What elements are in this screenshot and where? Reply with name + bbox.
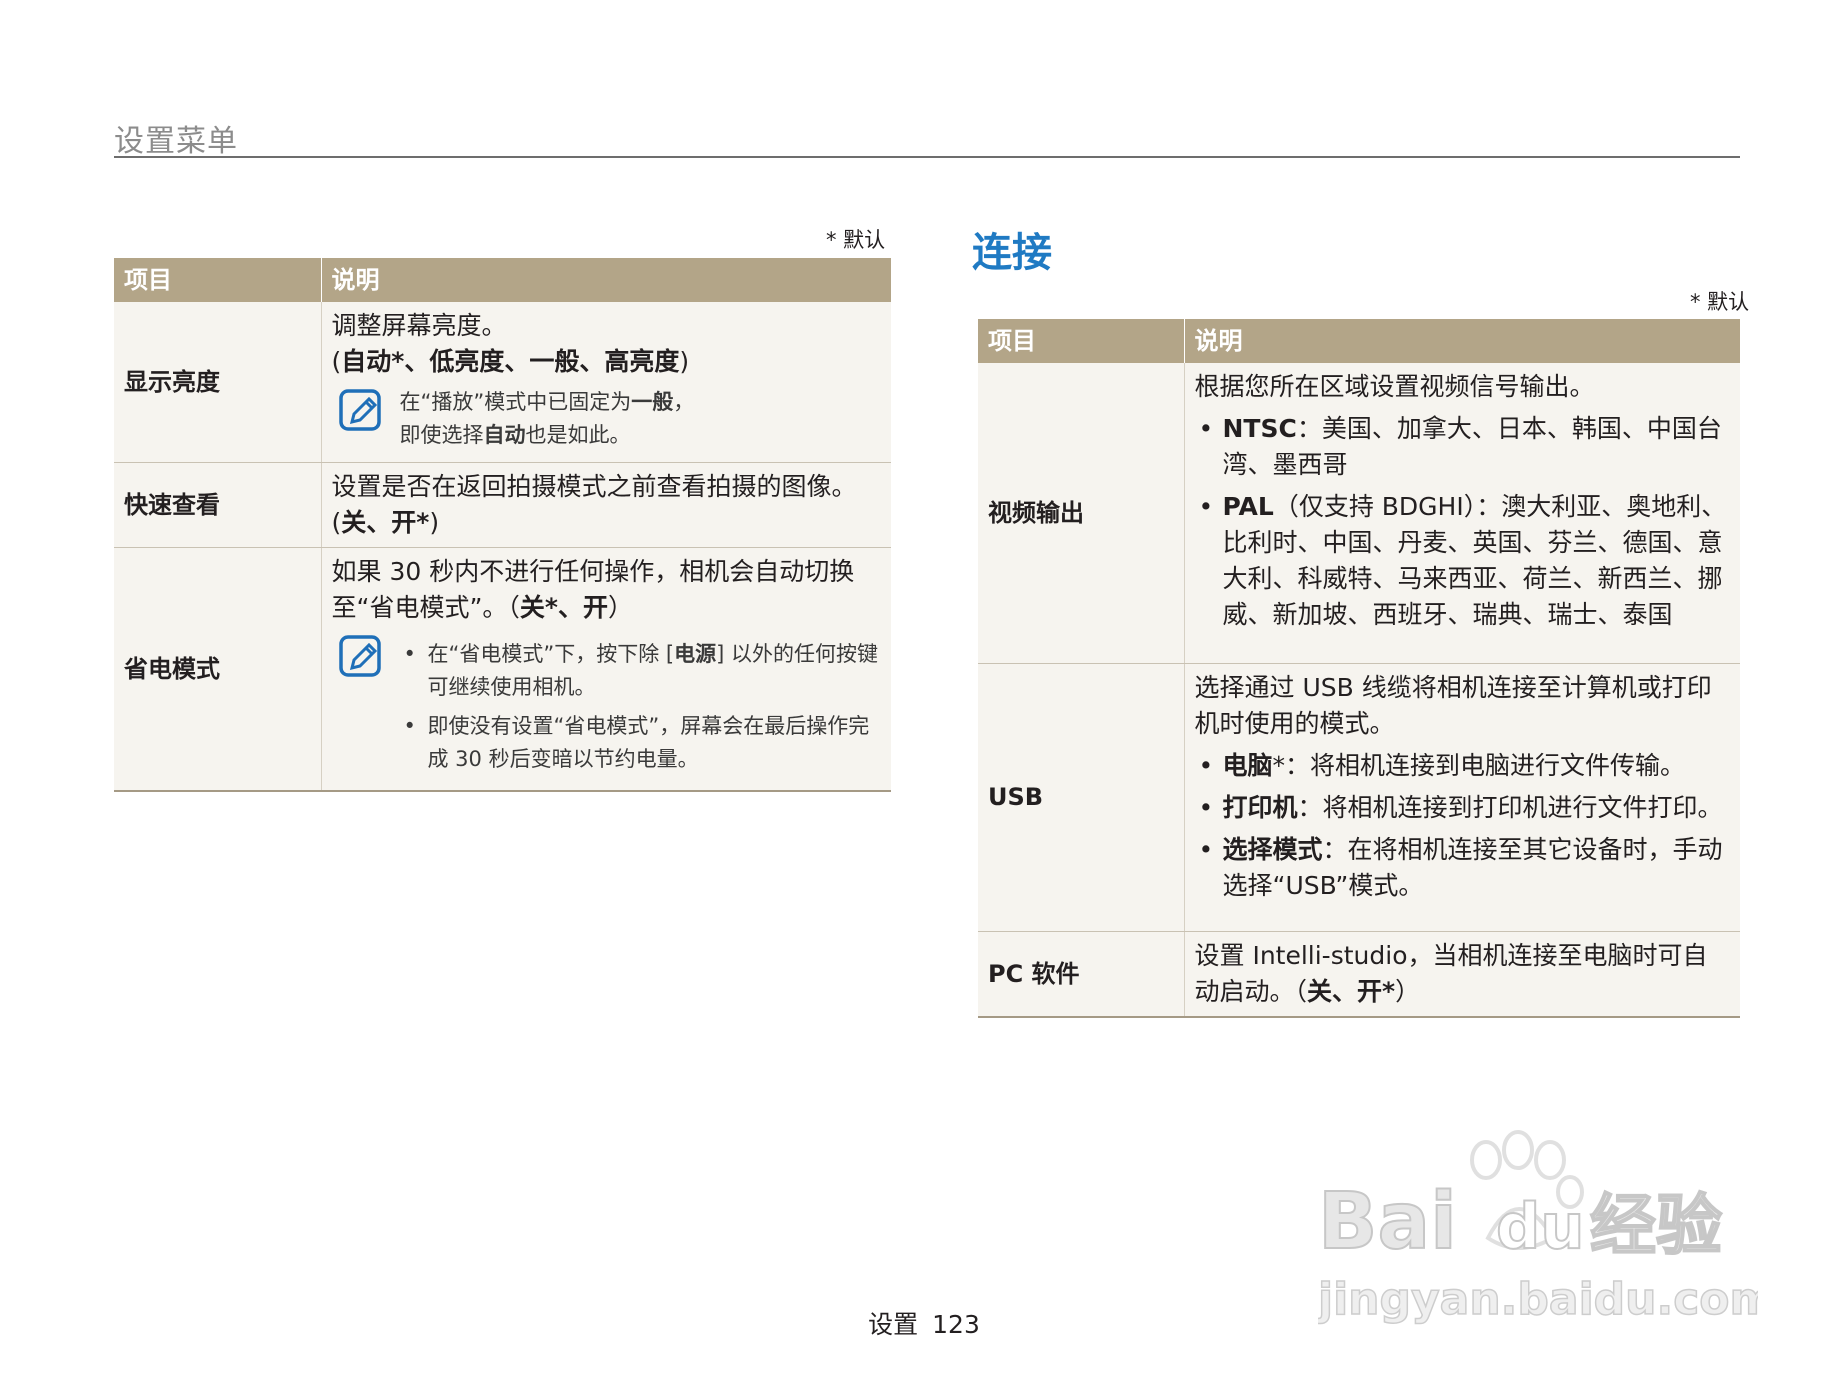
note-text: 在“省电模式”下，按下除 [电源] 以外的任何按键可继续使用相机。 即使没有设置…	[400, 632, 882, 780]
table-row: 显示亮度 调整屏幕亮度。 (自动*、低亮度、一般、高亮度) 在“播放”模式中已固…	[114, 302, 891, 463]
watermark-brand: Bai	[1318, 1177, 1457, 1267]
list-item: 选择模式：在将相机连接至其它设备时，手动选择“USB”模式。	[1195, 832, 1731, 904]
row-item-pc-software: PC 软件	[978, 931, 1185, 1018]
row-item-quick-view: 快速查看	[114, 462, 322, 548]
left-default-note: * 默认	[826, 228, 886, 252]
page-number: 123	[932, 1310, 980, 1339]
connection-section-title: 连接	[972, 230, 1052, 276]
note-box: 在“播放”模式中已固定为一般， 即使选择自动也是如此。	[332, 386, 882, 452]
desc-text: 选择通过 USB 线缆将相机连接至计算机或打印机时使用的模式。	[1194, 672, 1712, 738]
footer-label: 设置	[868, 1310, 919, 1339]
row-item-video-out: 视频输出	[978, 363, 1185, 664]
row-item-usb: USB	[978, 663, 1185, 932]
table-row: 视频输出 根据您所在区域设置视频信号输出。 NTSC：美国、加拿大、日本、韩国、…	[978, 363, 1740, 664]
row-desc-usb: 选择通过 USB 线缆将相机连接至计算机或打印机时使用的模式。 电脑*：将相机连…	[1184, 663, 1740, 932]
display-settings-table: 项目 说明 显示亮度 调整屏幕亮度。 (自动*、低亮度、一般、高亮度) 在“播放…	[114, 258, 891, 792]
row-desc-video-out: 根据您所在区域设置视频信号输出。 NTSC：美国、加拿大、日本、韩国、中国台湾、…	[1184, 363, 1740, 664]
column-header-desc: 说明	[1183, 319, 1740, 363]
table-row: 快速查看 设置是否在返回拍摄模式之前查看拍摄的图像。(关、开*)	[114, 462, 891, 548]
table-row: 省电模式 如果 30 秒内不进行任何操作，相机会自动切换至“省电模式”。（关*、…	[114, 547, 891, 792]
header-divider	[114, 156, 1740, 158]
page-section-title: 设置菜单	[114, 124, 238, 159]
table-row: USB 选择通过 USB 线缆将相机连接至计算机或打印机时使用的模式。 电脑*：…	[978, 663, 1740, 932]
baidu-jingyan-watermark: Bai du 经验 jingyan.baidu.com	[1318, 1130, 1758, 1326]
right-default-note: * 默认	[1690, 290, 1750, 314]
list-item: 在“省电模式”下，按下除 [电源] 以外的任何按键可继续使用相机。	[400, 638, 882, 704]
table-header-row: 项目 说明	[978, 319, 1740, 363]
row-desc-brightness: 调整屏幕亮度。 (自动*、低亮度、一般、高亮度) 在“播放”模式中已固定为一般，…	[321, 302, 891, 463]
watermark-url: jingyan.baidu.com	[1318, 1274, 1758, 1325]
connection-settings-table: 项目 说明 视频输出 根据您所在区域设置视频信号输出。 NTSC：美国、加拿大、…	[978, 319, 1740, 1018]
note-text: 在“播放”模式中已固定为一般， 即使选择自动也是如此。	[399, 390, 695, 447]
desc-options: (自动*、低亮度、一般、高亮度)	[331, 347, 690, 376]
column-header-item: 项目	[114, 258, 321, 302]
list-item: 即使没有设置“省电模式”，屏幕会在最后操作完成 30 秒后变暗以节约电量。	[400, 710, 882, 776]
list-item: 打印机：将相机连接到打印机进行文件打印。	[1195, 790, 1731, 826]
note-icon	[338, 635, 381, 677]
column-header-desc: 说明	[320, 258, 891, 302]
note-icon	[338, 389, 381, 431]
desc-text: 如果 30 秒内不进行任何操作，相机会自动切换至“省电模式”。（关*、开）	[331, 557, 855, 622]
watermark-cn: 经验	[1590, 1187, 1722, 1264]
watermark-brand-du: du	[1496, 1190, 1585, 1263]
list-item: PAL（仅支持 BDGHI）：澳大利亚、奥地利、比利时、中国、丹麦、英国、芬兰、…	[1195, 489, 1731, 633]
desc-text: 根据您所在区域设置视频信号输出。	[1194, 372, 1595, 401]
row-item-power-save: 省电模式	[114, 547, 322, 792]
list-item: NTSC：美国、加拿大、日本、韩国、中国台湾、墨西哥	[1195, 411, 1731, 483]
row-desc-power-save: 如果 30 秒内不进行任何操作，相机会自动切换至“省电模式”。（关*、开） 在“…	[321, 547, 891, 792]
list-item: 电脑*：将相机连接到电脑进行文件传输。	[1195, 748, 1731, 784]
column-header-item: 项目	[978, 319, 1184, 363]
table-header-row: 项目 说明	[114, 258, 891, 302]
row-desc-pc-software: 设置 Intelli-studio，当相机连接至电脑时可自动启动。（关、开*）	[1184, 931, 1740, 1018]
note-box: 在“省电模式”下，按下除 [电源] 以外的任何按键可继续使用相机。 即使没有设置…	[332, 632, 882, 780]
desc-line: 调整屏幕亮度。	[331, 311, 507, 340]
table-row: PC 软件 设置 Intelli-studio，当相机连接至电脑时可自动启动。（…	[978, 931, 1740, 1018]
row-desc-quick-view: 设置是否在返回拍摄模式之前查看拍摄的图像。(关、开*)	[321, 462, 891, 548]
row-item-brightness: 显示亮度	[114, 302, 322, 463]
